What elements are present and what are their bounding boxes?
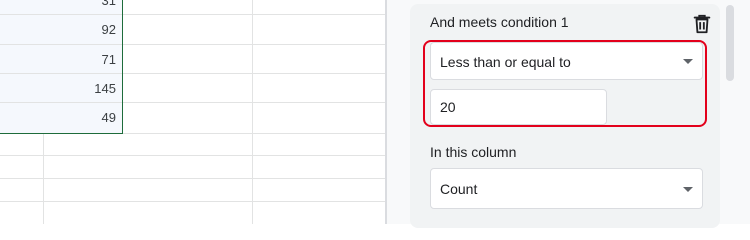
cell-value[interactable]: 92 <box>36 15 122 44</box>
condition-dropdown[interactable]: Less than or equal to <box>430 42 703 80</box>
cell-value[interactable]: 71 <box>36 45 122 74</box>
column-dropdown-label: Count <box>440 181 478 197</box>
column-title: In this column <box>430 144 517 160</box>
grid-col-line <box>252 0 253 224</box>
filter-side-panel: And meets condition 1 Less than or equal… <box>387 0 750 228</box>
grid-col-line <box>43 134 44 224</box>
caret-down-icon <box>683 59 693 64</box>
panel-scrollbar[interactable] <box>726 5 734 81</box>
cell-value[interactable]: 31 <box>36 0 122 15</box>
cell-value[interactable]: 145 <box>36 74 122 103</box>
grid-row-line <box>0 178 387 179</box>
selection-border <box>122 0 123 134</box>
caret-down-icon <box>683 187 693 192</box>
column-dropdown[interactable]: Count <box>430 168 703 209</box>
condition-dropdown-label: Less than or equal to <box>440 54 571 70</box>
trash-icon[interactable] <box>691 13 713 35</box>
selection-border <box>0 133 123 134</box>
grid-row-line <box>0 155 387 156</box>
grid-row-line <box>0 201 387 202</box>
condition-title: And meets condition 1 <box>430 14 569 30</box>
cell-value[interactable]: 49 <box>36 103 122 132</box>
condition-value-input[interactable]: 20 <box>430 89 607 125</box>
spreadsheet-grid: 31 92 71 145 49 <box>0 0 387 224</box>
